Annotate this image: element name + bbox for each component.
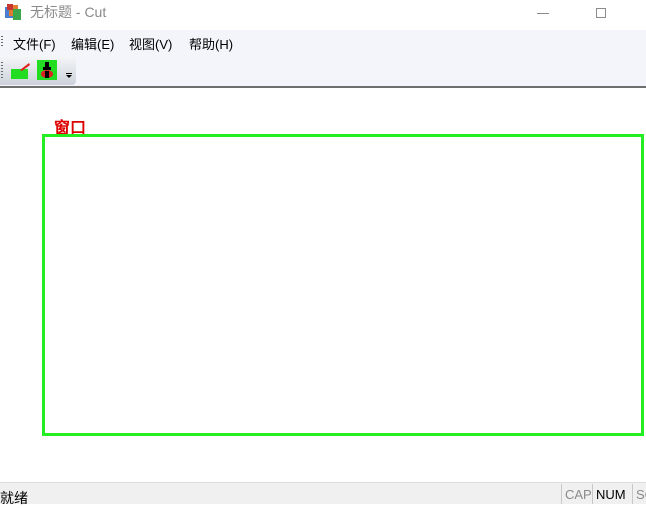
menu-bar: 文件(F) 编辑(E) 视图(V) 帮助(H): [0, 30, 646, 54]
window-title: 无标题 - Cut: [30, 4, 107, 20]
paint-button[interactable]: [36, 59, 58, 81]
status-bar: 就绪 CAP NUM SC: [0, 482, 646, 506]
num-indicator: NUM: [592, 484, 626, 504]
cut-icon: [11, 63, 30, 79]
menu-file[interactable]: 文件(F): [13, 34, 56, 53]
minimize-icon: [537, 12, 549, 14]
paint-icon: [37, 60, 57, 80]
menu-grip-icon[interactable]: [1, 36, 3, 48]
minimize-button[interactable]: [520, 0, 566, 26]
cap-indicator: CAP: [561, 484, 592, 504]
scroll-indicator: SC: [632, 484, 646, 504]
maximize-icon: [596, 8, 606, 18]
toolbar-overflow-icon[interactable]: [64, 64, 74, 80]
app-icon[interactable]: [4, 3, 22, 21]
maximize-button[interactable]: [578, 0, 624, 26]
menu-view[interactable]: 视图(V): [129, 34, 172, 53]
toolbar-divider: [0, 86, 646, 88]
green-rectangle: [42, 134, 644, 436]
cut-button[interactable]: [9, 59, 31, 81]
status-text: 就绪: [0, 490, 28, 506]
title-bar: 无标题 - Cut: [0, 0, 646, 26]
toolbar-band: [0, 54, 646, 86]
menu-help[interactable]: 帮助(H): [189, 34, 233, 53]
menu-edit[interactable]: 编辑(E): [71, 34, 114, 53]
toolbar: [0, 56, 76, 85]
toolbar-grip-icon[interactable]: [1, 62, 3, 78]
